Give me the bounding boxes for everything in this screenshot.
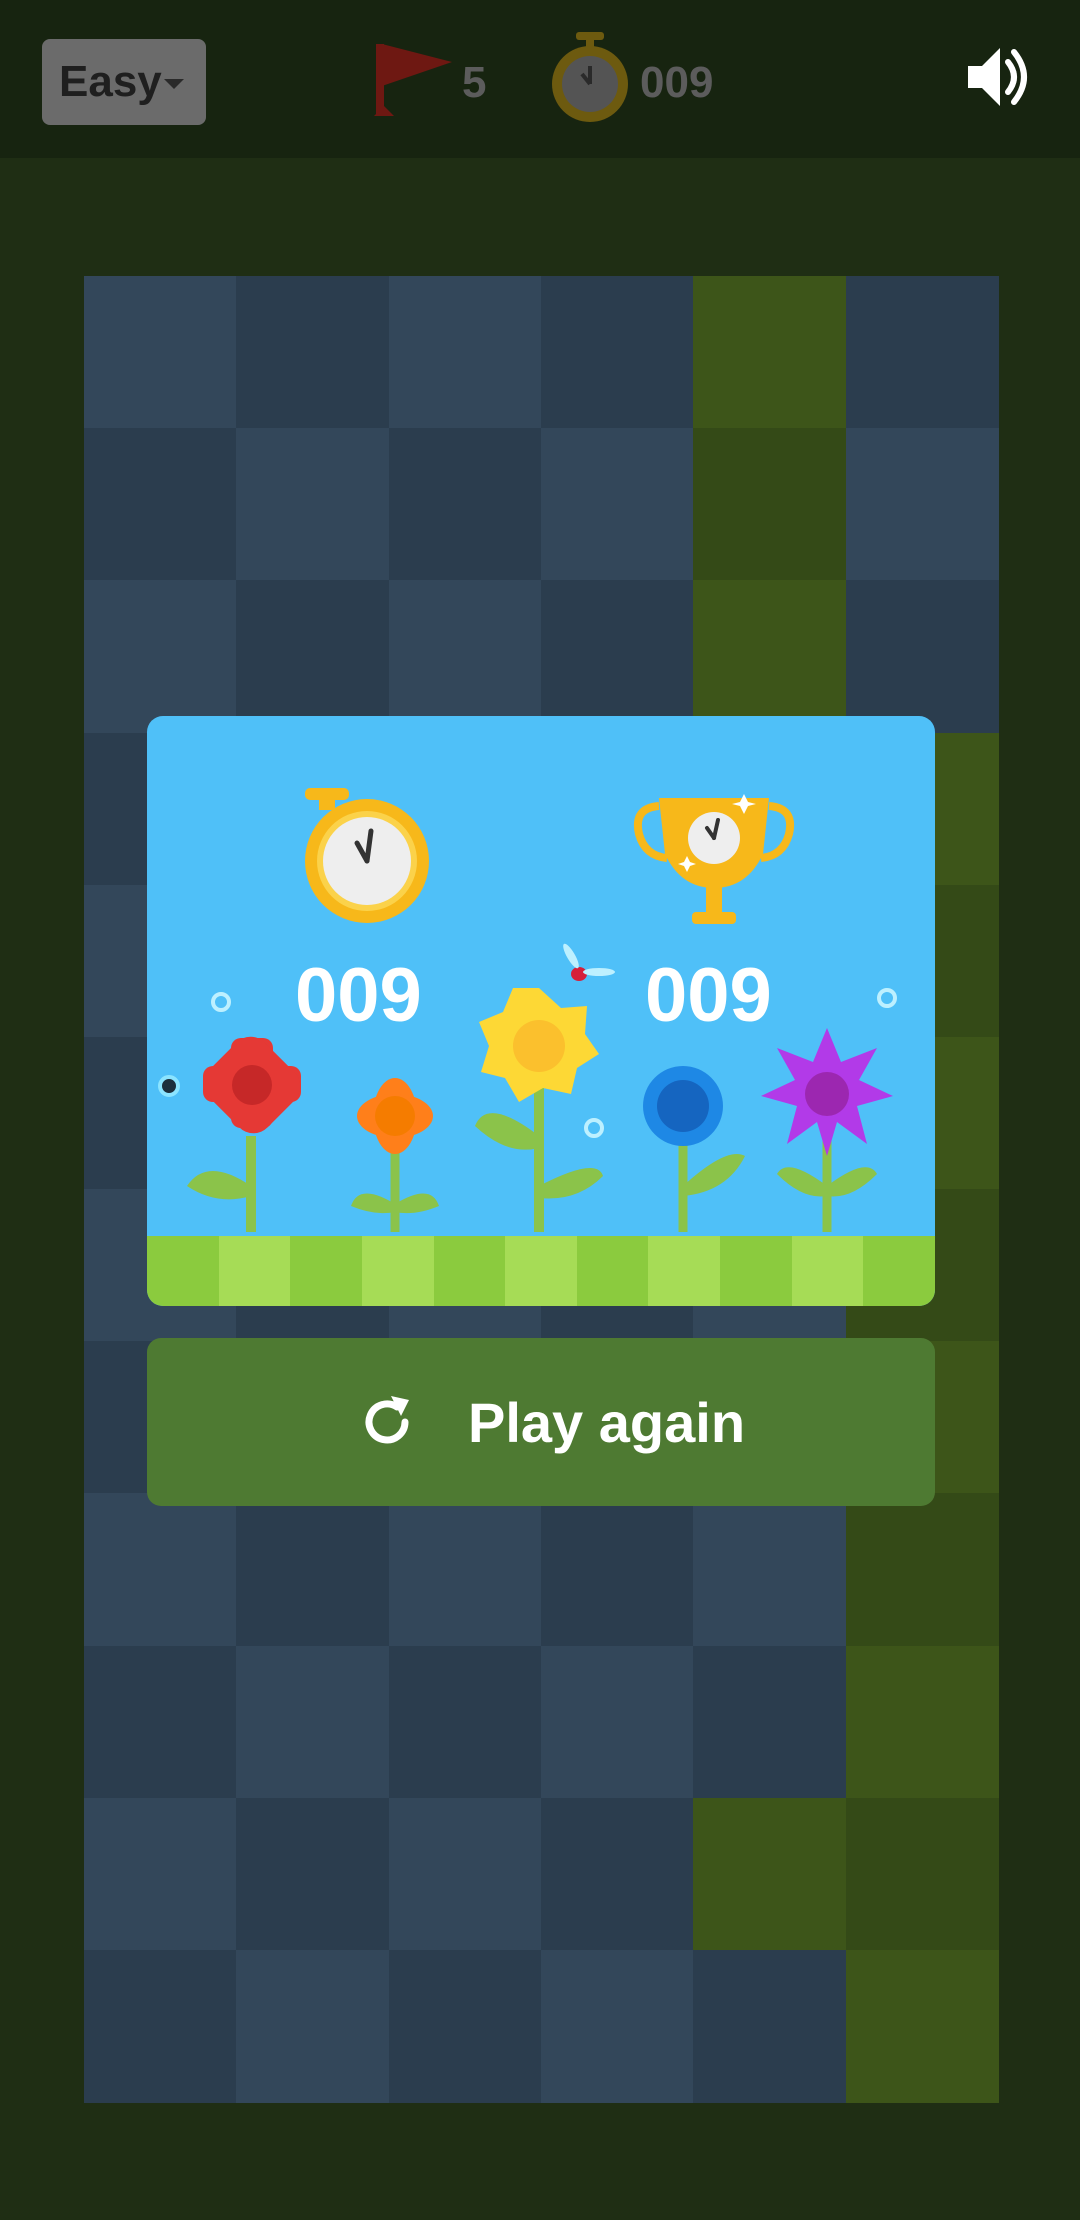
board-cell[interactable]: [845, 1797, 999, 1951]
board-cell[interactable]: [84, 1949, 237, 2103]
board-cell[interactable]: [845, 580, 999, 734]
board-cell[interactable]: [693, 276, 847, 429]
board-cell[interactable]: [388, 1645, 542, 1799]
board-cell[interactable]: [541, 1949, 694, 2103]
board-cell[interactable]: [541, 276, 694, 429]
best-time-value: 009: [645, 953, 772, 1038]
board-cell[interactable]: [236, 1949, 390, 2103]
board-cell[interactable]: [541, 1493, 694, 1647]
game-over-dialog: 009 009: [147, 716, 935, 1306]
chevron-down-icon: [164, 79, 184, 89]
board-cell[interactable]: [388, 1493, 542, 1647]
board-cell[interactable]: [845, 1645, 999, 1799]
orange-flower-icon: [351, 1078, 439, 1232]
board-cell[interactable]: [84, 1797, 237, 1951]
board-cell[interactable]: [84, 276, 237, 429]
board-cell[interactable]: [84, 1645, 237, 1799]
play-again-label: Play again: [468, 1391, 746, 1454]
board-cell[interactable]: [84, 580, 237, 734]
difficulty-dropdown[interactable]: Easy: [42, 39, 206, 125]
board-cell[interactable]: [541, 1797, 694, 1951]
board-cell[interactable]: [388, 428, 542, 582]
board-cell[interactable]: [693, 1949, 847, 2103]
red-flower-icon: [187, 1036, 301, 1232]
board-cell[interactable]: [84, 428, 237, 582]
board-cell[interactable]: [693, 580, 847, 734]
play-again-button[interactable]: Play again: [147, 1338, 935, 1506]
flag-icon: [374, 44, 452, 116]
dragonfly-icon: [563, 943, 615, 981]
board-cell[interactable]: [693, 1493, 847, 1647]
board-cell[interactable]: [693, 428, 847, 582]
board-cell[interactable]: [845, 1493, 999, 1647]
board-cell[interactable]: [236, 1645, 390, 1799]
board-cell[interactable]: [541, 428, 694, 582]
board-cell[interactable]: [845, 276, 999, 429]
board-cell[interactable]: [236, 1797, 390, 1951]
board-cell[interactable]: [388, 580, 542, 734]
board-cell[interactable]: [388, 1797, 542, 1951]
timer-count: 009: [640, 58, 714, 107]
yellow-flower-icon: [475, 988, 603, 1232]
replay-icon: [365, 1396, 409, 1444]
top-bar: Easy 5 009: [0, 0, 1080, 158]
trophy-icon: [634, 794, 794, 924]
board-cell[interactable]: [388, 276, 542, 429]
board-cell[interactable]: [236, 1493, 390, 1647]
board-cell[interactable]: [236, 580, 390, 734]
board-cell[interactable]: [236, 428, 390, 582]
purple-flower-icon: [761, 1028, 893, 1232]
board-cell[interactable]: [541, 580, 694, 734]
board-cell[interactable]: [236, 276, 390, 429]
board-cell[interactable]: [845, 428, 999, 582]
stopwatch-icon: [305, 788, 429, 923]
board-cell[interactable]: [541, 1645, 694, 1799]
board-cell[interactable]: [388, 1949, 542, 2103]
board-cell[interactable]: [693, 1645, 847, 1799]
difficulty-label: Easy: [59, 57, 162, 106]
board-cell[interactable]: [845, 1949, 999, 2103]
stopwatch-icon: [552, 32, 628, 122]
board-cell[interactable]: [693, 1797, 847, 1951]
volume-icon[interactable]: [966, 44, 1030, 110]
blue-flower-icon: [643, 1066, 745, 1232]
current-time-value: 009: [295, 953, 422, 1038]
board-cell[interactable]: [84, 1493, 237, 1647]
flags-remaining-count: 5: [462, 58, 487, 107]
